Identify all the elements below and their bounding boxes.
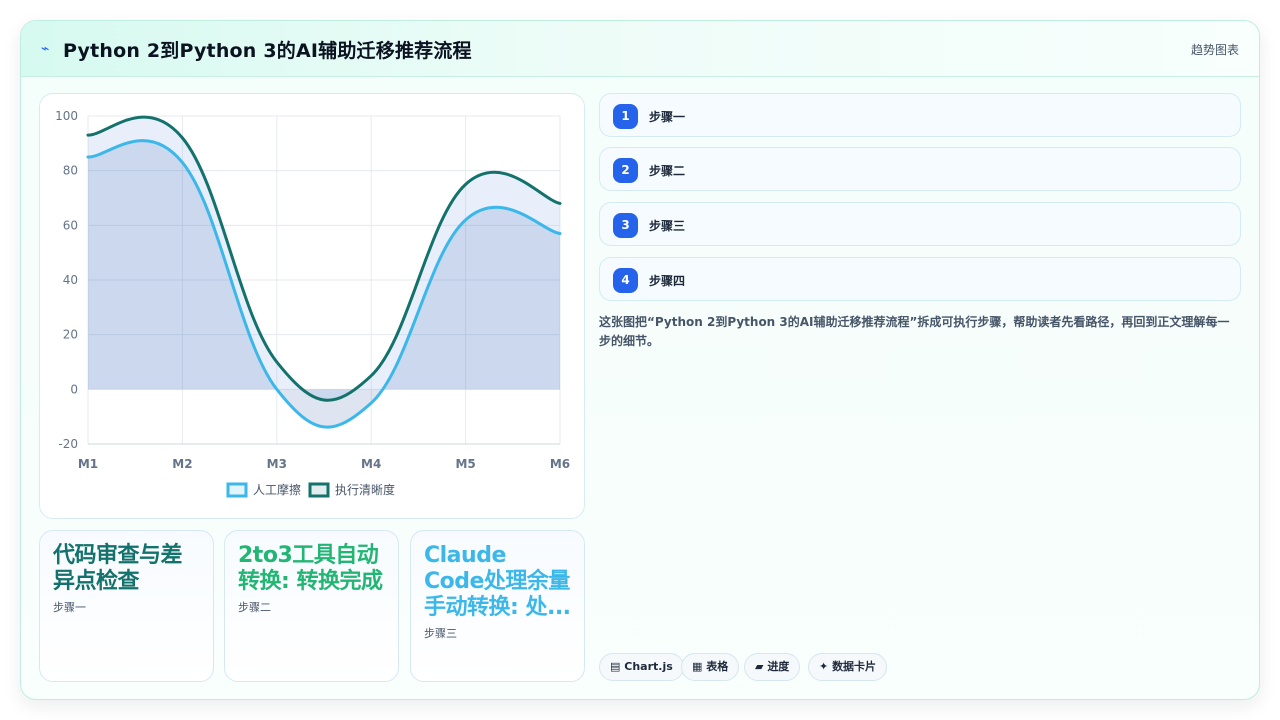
stat-card-subtitle: 步骤二 xyxy=(238,601,271,614)
stat-card-subtitle: 步骤一 xyxy=(53,601,86,614)
stat-card-subtitle: 步骤三 xyxy=(424,627,457,640)
stat-card-3: Claude Code处理余量手动转换: 处... 步骤三 xyxy=(410,530,585,682)
step-label: 步骤二 xyxy=(649,164,686,178)
chip-label: 数据卡片 xyxy=(832,660,877,673)
y-tick-label: 60 xyxy=(63,218,78,232)
chip-table[interactable]: ▦ 表格 xyxy=(681,653,740,681)
legend-swatch xyxy=(308,482,330,498)
legend-swatch xyxy=(226,482,248,498)
chip-label: 进度 xyxy=(767,660,790,673)
legend-label: 执行清晰度 xyxy=(335,482,395,497)
y-tick-label: 0 xyxy=(70,382,78,396)
y-tick-label: 20 xyxy=(63,328,78,342)
chart-svg: -20 0 20 40 60 80 100 M1 M2 M3 M4 M5 M6 人工摩擦 执行清晰度 xyxy=(55,109,570,498)
y-tick-label: 80 xyxy=(63,164,78,178)
x-tick-label: M6 xyxy=(550,457,570,471)
step-item-3[interactable]: 3 步骤三 xyxy=(599,202,1241,246)
x-tick-label: M4 xyxy=(361,457,381,471)
page-title: Python 2到Python 3的AI辅助迁移推荐流程 xyxy=(63,40,472,62)
x-tick-label: M5 xyxy=(455,457,475,471)
chip-label: 表格 xyxy=(706,660,729,673)
chip-data-card[interactable]: ✦ 数据卡片 xyxy=(808,653,888,681)
progress-icon: ▰ xyxy=(755,660,764,673)
step-item-2[interactable]: 2 步骤二 xyxy=(599,147,1241,191)
stat-card-1: 代码审查与差异点检查 步骤一 xyxy=(39,530,214,682)
chart-icon: ▤ xyxy=(610,660,621,673)
legend-label: 人工摩擦 xyxy=(253,482,301,497)
sparkle-icon: ✦ xyxy=(819,660,829,673)
chart-type-label[interactable]: 趋势图表 xyxy=(1191,41,1239,58)
y-tick-label: 100 xyxy=(55,109,78,123)
chip-progress[interactable]: ▰ 进度 xyxy=(744,653,801,681)
header: ⌁ Python 2到Python 3的AI辅助迁移推荐流程 趋势图表 xyxy=(21,21,1259,77)
stat-card-2: 2to3工具自动转换: 转换完成 步骤二 xyxy=(224,530,399,682)
step-item-4[interactable]: 4 步骤四 xyxy=(599,257,1241,301)
x-tick-label: M2 xyxy=(172,457,192,471)
step-number-badge: 4 xyxy=(613,268,638,293)
step-number-badge: 2 xyxy=(613,158,638,183)
trend-line-icon: ⌁ xyxy=(41,41,50,57)
chip-chartjs[interactable]: ▤ Chart.js xyxy=(599,653,684,681)
y-tick-label: 40 xyxy=(63,273,78,287)
description-text: 这张图把“Python 2到Python 3的AI辅助迁移推荐流程”拆成可执行步… xyxy=(599,315,1230,348)
step-number-badge: 1 xyxy=(613,104,638,129)
stat-card-title: 代码审查与差异点检查 xyxy=(53,543,183,594)
y-tick-label: -20 xyxy=(58,437,78,451)
step-item-1[interactable]: 1 步骤一 xyxy=(599,93,1241,137)
step-label: 步骤四 xyxy=(649,274,686,288)
stat-card-title: 2to3工具自动转换: 转换完成 xyxy=(238,543,383,594)
chip-label: Chart.js xyxy=(624,660,673,673)
trend-chart: -20 0 20 40 60 80 100 M1 M2 M3 M4 M5 M6 人工摩擦 执行清晰度 xyxy=(39,93,585,519)
table-icon: ▦ xyxy=(692,660,703,673)
step-label: 步骤三 xyxy=(649,219,686,233)
stat-card-title: Claude Code处理余量手动转换: 处... xyxy=(424,543,571,620)
x-tick-label: M1 xyxy=(78,457,98,471)
x-tick-label: M3 xyxy=(267,457,287,471)
main-card: ⌁ Python 2到Python 3的AI辅助迁移推荐流程 趋势图表 -20 0… xyxy=(20,20,1260,700)
step-label: 步骤一 xyxy=(649,110,686,124)
step-number-badge: 3 xyxy=(613,213,638,238)
